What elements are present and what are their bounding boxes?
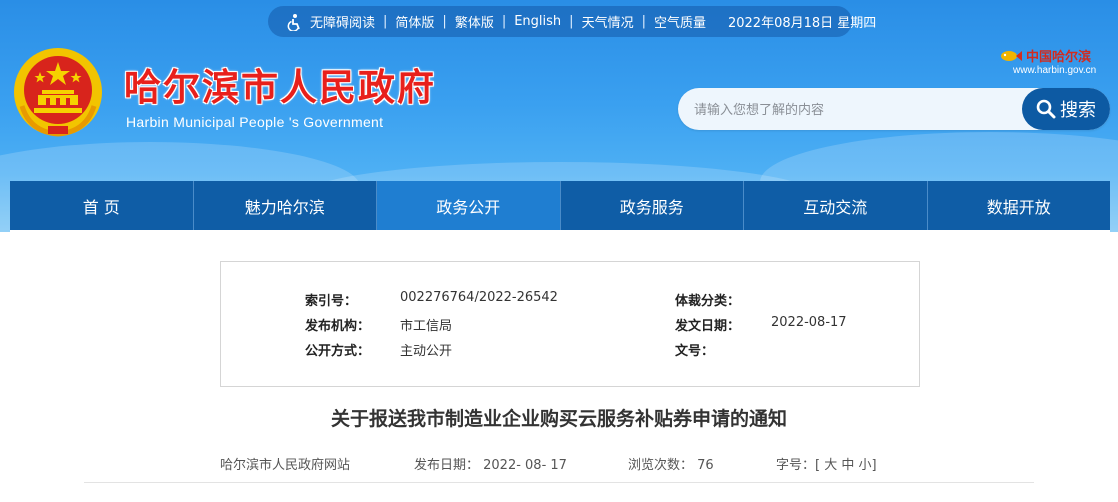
english-link[interactable]: English [514, 14, 561, 29]
issuer-label: 发布机构： [305, 319, 371, 334]
separator: | [501, 14, 507, 29]
separator: | [383, 14, 388, 29]
accessibility-link[interactable]: 无障碍阅读 [310, 12, 375, 31]
national-emblem-icon [12, 46, 104, 138]
accessibility-icon[interactable] [286, 13, 304, 31]
top-utility-bar: 无障碍阅读 | 简体版 | 繁体版 | English | 天气情况 | 空气质… [268, 6, 876, 37]
nav-item-home[interactable]: 首 页 [10, 181, 194, 230]
simplified-link[interactable]: 简体版 [395, 12, 434, 31]
brand-logo-text: 中国哈尔滨 [1026, 50, 1092, 65]
article-publish-date: 发布日期： 2022- 08- 17 [414, 458, 567, 473]
site-subtitle: Harbin Municipal People 's Government [126, 114, 384, 130]
search-button-label: 搜索 [1060, 100, 1096, 121]
article-view-count: 浏览次数： 76 [628, 458, 714, 473]
nav-item-interaction[interactable]: 互动交流 [744, 181, 928, 230]
font-size-switcher[interactable]: 字号：[ 大 中 小] [776, 454, 877, 473]
disclosure-method-label: 公开方式： [305, 344, 371, 359]
fish-logo-icon [1000, 49, 1022, 63]
issue-date-value: 2022-08-17 [771, 315, 847, 330]
separator: | [641, 14, 646, 29]
article-title: 关于报送我市制造业企业购买云服务补贴券申请的通知 [330, 408, 787, 430]
air-quality-link[interactable]: 空气质量 [654, 12, 706, 31]
nav-item-open-data[interactable]: 数据开放 [928, 181, 1111, 230]
site-title[interactable]: 哈尔滨市人民政府 [124, 66, 436, 110]
article-source: 哈尔滨市人民政府网站 [220, 458, 351, 473]
document-meta-box: 索引号： 002276764/2022-26542 体裁分类： 发布机构： 市工… [220, 261, 920, 387]
index-value: 002276764/2022-26542 [400, 290, 558, 305]
traditional-link[interactable]: 繁体版 [455, 12, 494, 31]
nav-item-charm-harbin[interactable]: 魅力哈尔滨 [194, 181, 377, 230]
search-input[interactable] [692, 88, 1016, 132]
current-date: 2022年08月18日 星期四 [727, 16, 877, 31]
search-icon [1036, 99, 1056, 119]
harbin-brand-logo[interactable]: 中国哈尔滨 [1000, 46, 1091, 65]
weather-link[interactable]: 天气情况 [582, 12, 634, 31]
divider [84, 482, 1034, 483]
separator: | [442, 14, 447, 29]
document-number-label: 文号： [675, 344, 715, 359]
main-nav: 首 页 魅力哈尔滨 政务公开 政务服务 互动交流 数据开放 [10, 181, 1110, 230]
brand-url[interactable]: www.harbin.gov.cn [1013, 65, 1096, 76]
search-box: 搜索 [678, 88, 1110, 132]
disclosure-method-value: 主动公开 [400, 344, 453, 359]
nav-item-gov-affairs-open[interactable]: 政务公开 [377, 181, 561, 230]
category-label: 体裁分类： [675, 294, 741, 309]
index-label: 索引号： [305, 294, 358, 309]
nav-item-gov-services[interactable]: 政务服务 [561, 181, 744, 230]
separator: | [569, 14, 574, 29]
issuer-value: 市工信局 [400, 319, 453, 334]
issue-date-label: 发文日期： [675, 319, 741, 334]
search-button[interactable]: 搜索 [1022, 88, 1110, 130]
